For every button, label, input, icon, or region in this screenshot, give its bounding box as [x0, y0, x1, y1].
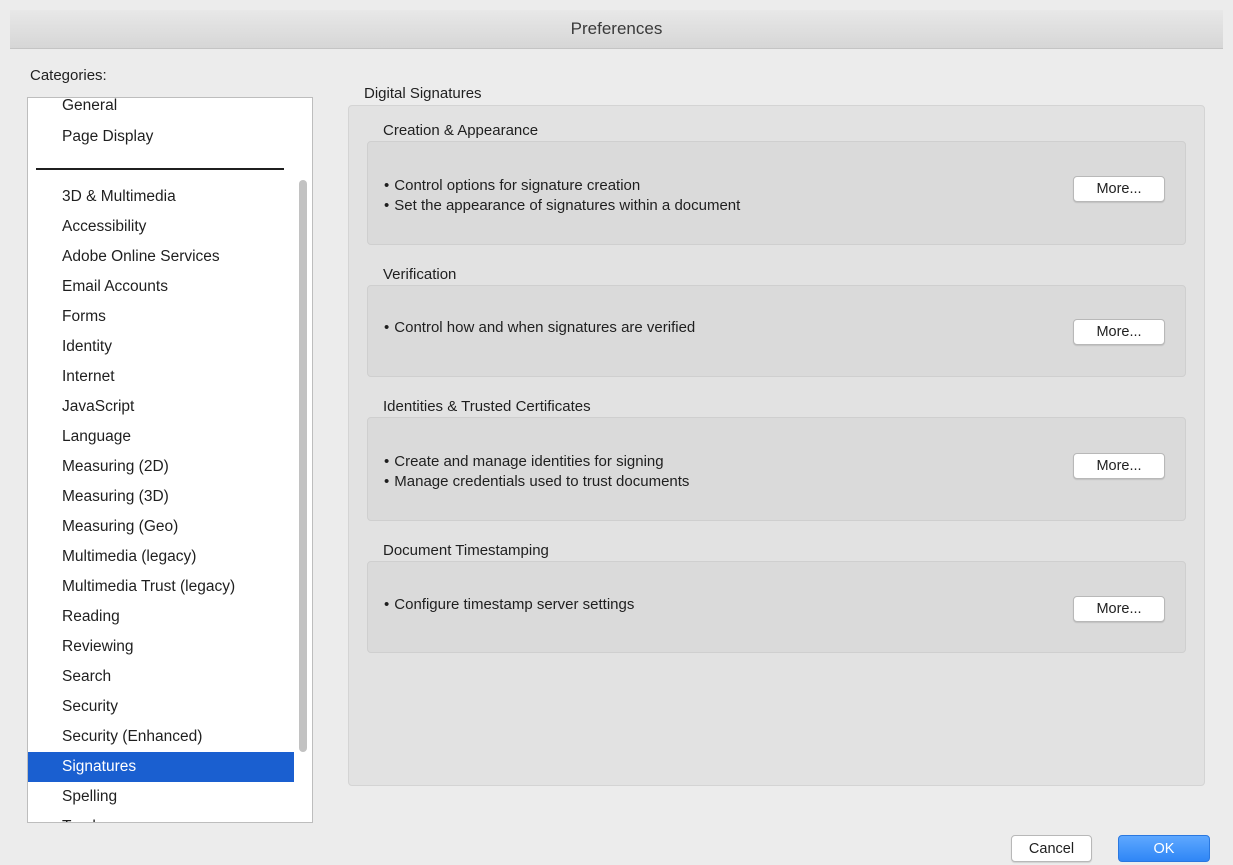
section-bullets: Configure timestamp server settings	[384, 595, 634, 615]
category-item-tracker[interactable]: Tracker	[28, 812, 294, 822]
bullet-item: Control how and when signatures are veri…	[384, 318, 695, 338]
bullet-item: Configure timestamp server settings	[384, 595, 634, 615]
section-bullets: Create and manage identities for signing…	[384, 452, 689, 492]
category-item-measuring-3d[interactable]: Measuring (3D)	[28, 482, 294, 512]
category-item-signatures[interactable]: Signatures	[28, 752, 294, 782]
category-item-measuring-geo[interactable]: Measuring (Geo)	[28, 512, 294, 542]
identities-more-button[interactable]: More...	[1073, 453, 1165, 479]
section-title-verification: Verification	[383, 266, 457, 283]
category-item-language[interactable]: Language	[28, 422, 294, 452]
timestamping-more-button[interactable]: More...	[1073, 596, 1165, 622]
section-bullets: Control how and when signatures are veri…	[384, 318, 695, 338]
section-title-timestamping: Document Timestamping	[383, 542, 549, 559]
categories-scrollbar[interactable]	[299, 180, 307, 752]
category-item-reviewing[interactable]: Reviewing	[28, 632, 294, 662]
window-title: Preferences	[10, 10, 1223, 49]
category-item-general[interactable]: General	[28, 98, 294, 121]
category-item-javascript[interactable]: JavaScript	[28, 392, 294, 422]
section-identities: Create and manage identities for signing…	[367, 417, 1186, 521]
categories-label: Categories:	[30, 67, 107, 84]
section-verification: Control how and when signatures are veri…	[367, 285, 1186, 377]
creation-more-button[interactable]: More...	[1073, 176, 1165, 202]
section-title-identities: Identities & Trusted Certificates	[383, 398, 591, 415]
preferences-window: Preferences Categories: General Page Dis…	[0, 0, 1233, 865]
category-item-multimedia-trust-legacy[interactable]: Multimedia Trust (legacy)	[28, 572, 294, 602]
category-item-3d-multimedia[interactable]: 3D & Multimedia	[28, 182, 294, 212]
panel-title: Digital Signatures	[364, 85, 482, 102]
section-bullets: Control options for signature creation S…	[384, 176, 740, 216]
category-item-email-accounts[interactable]: Email Accounts	[28, 272, 294, 302]
bullet-item: Manage credentials used to trust documen…	[384, 472, 689, 492]
category-item-adobe-online-services[interactable]: Adobe Online Services	[28, 242, 294, 272]
cancel-button[interactable]: Cancel	[1011, 835, 1092, 862]
section-timestamping: Configure timestamp server settings More…	[367, 561, 1186, 653]
category-item-forms[interactable]: Forms	[28, 302, 294, 332]
category-divider	[36, 168, 284, 170]
bullet-item: Set the appearance of signatures within …	[384, 196, 740, 216]
category-item-search[interactable]: Search	[28, 662, 294, 692]
category-item-reading[interactable]: Reading	[28, 602, 294, 632]
category-item-accessibility[interactable]: Accessibility	[28, 212, 294, 242]
section-creation-appearance: Control options for signature creation S…	[367, 141, 1186, 245]
category-item-security[interactable]: Security	[28, 692, 294, 722]
category-item-security-enhanced[interactable]: Security (Enhanced)	[28, 722, 294, 752]
category-item-page-display[interactable]: Page Display	[28, 122, 294, 152]
bullet-item: Create and manage identities for signing	[384, 452, 689, 472]
bullet-item: Control options for signature creation	[384, 176, 740, 196]
category-item-identity[interactable]: Identity	[28, 332, 294, 362]
ok-button[interactable]: OK	[1118, 835, 1210, 862]
category-item-multimedia-legacy[interactable]: Multimedia (legacy)	[28, 542, 294, 572]
verification-more-button[interactable]: More...	[1073, 319, 1165, 345]
category-item-internet[interactable]: Internet	[28, 362, 294, 392]
category-item-measuring-2d[interactable]: Measuring (2D)	[28, 452, 294, 482]
categories-list[interactable]: General Page Display 3D & Multimedia Acc…	[27, 97, 313, 823]
section-title-creation-appearance: Creation & Appearance	[383, 122, 539, 139]
category-item-spelling[interactable]: Spelling	[28, 782, 294, 812]
